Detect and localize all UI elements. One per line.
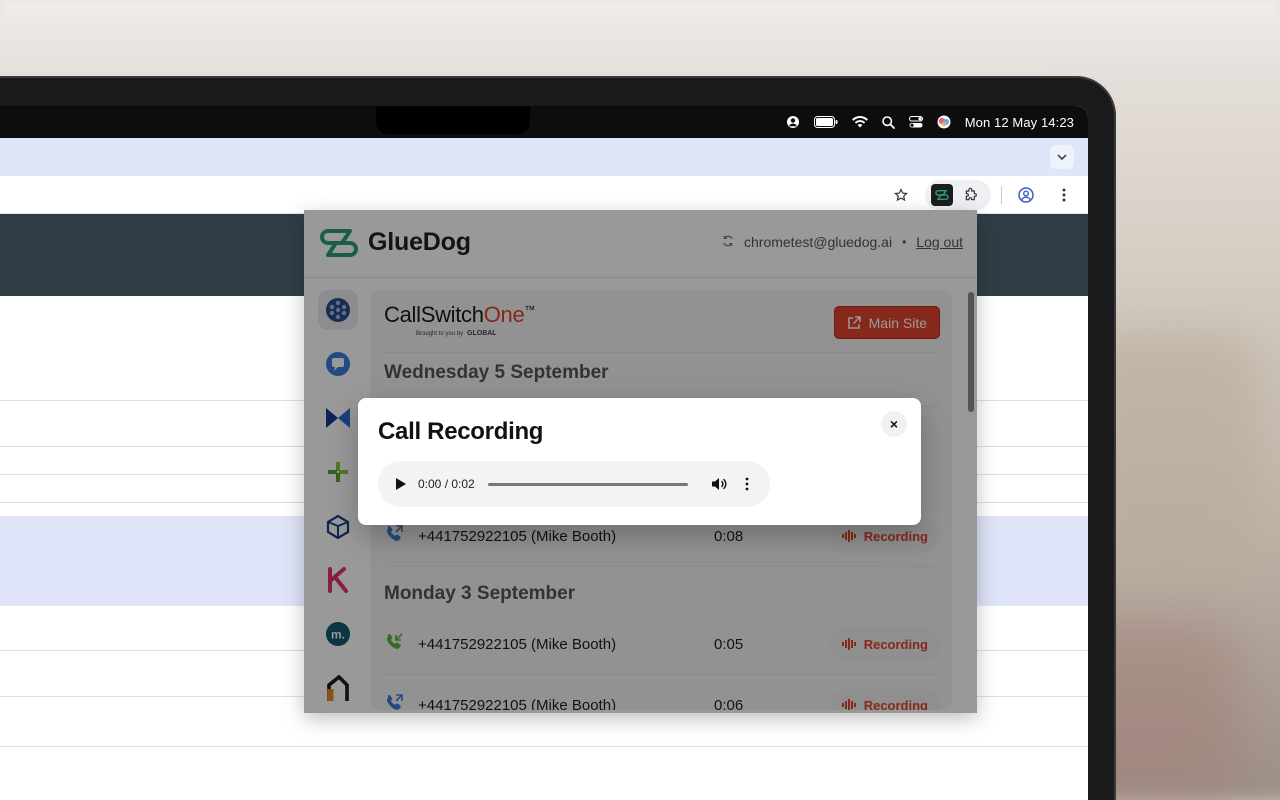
more-options-icon[interactable] [738,477,756,491]
browser-tab-strip [0,138,1088,176]
control-center-icon[interactable] [908,116,923,128]
tab-search-chevron-icon[interactable] [1050,145,1074,169]
star-icon[interactable] [887,181,915,209]
wifi-icon[interactable] [851,116,868,128]
user-icon[interactable] [786,115,800,129]
mac-menu-bar: Mon 12 May 14:23 [0,106,1088,138]
gluedog-extension-icon[interactable] [931,184,953,206]
play-icon[interactable] [394,477,408,491]
profile-icon[interactable] [1012,181,1040,209]
audio-seek-bar[interactable] [488,482,688,486]
audio-time: 0:00 / 0:02 [418,477,475,491]
call-recording-modal: Call Recording × 0:00 / 0:02 [358,398,921,525]
battery-icon[interactable] [813,116,838,128]
toolbar-separator [1001,186,1002,204]
browser-toolbar [0,176,1088,214]
search-icon[interactable] [881,115,895,129]
extensions-pill [925,180,991,210]
siri-icon[interactable] [937,115,951,129]
close-icon[interactable]: × [881,411,907,437]
volume-icon[interactable] [710,477,728,491]
modal-title: Call Recording [378,418,544,445]
audio-player: 0:00 / 0:02 [378,461,770,507]
page-row-divider [0,746,1088,747]
menubar-clock[interactable]: Mon 12 May 14:23 [965,115,1074,130]
camera-notch [376,106,530,134]
menu-kebab-icon[interactable] [1050,181,1078,209]
extensions-puzzle-icon[interactable] [957,181,985,209]
